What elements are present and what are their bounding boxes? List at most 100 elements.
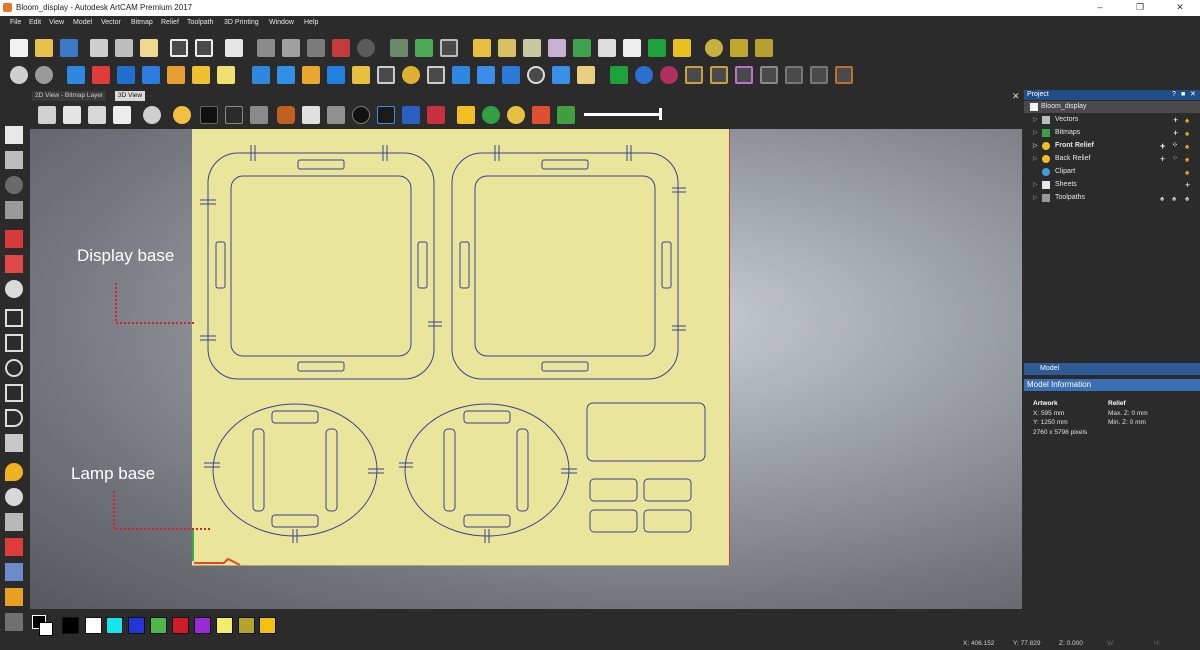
- menu-relief[interactable]: Relief: [161, 19, 179, 26]
- polyline-icon[interactable]: [755, 39, 773, 57]
- tree-item-clipart[interactable]: Clipart ♠: [1024, 166, 1200, 178]
- smudge-icon[interactable]: [5, 563, 23, 581]
- menu-view[interactable]: View: [49, 19, 64, 26]
- menu-help[interactable]: Help: [304, 19, 318, 26]
- relief-eraser-icon[interactable]: [92, 66, 110, 84]
- relief-layers-icon[interactable]: [577, 66, 595, 84]
- import-icon[interactable]: [440, 39, 458, 57]
- maximize-button[interactable]: ❐: [1120, 0, 1160, 16]
- relief-op-7-icon[interactable]: [402, 66, 420, 84]
- light-bulb-icon[interactable]: [173, 106, 191, 124]
- relief-blue-2-icon[interactable]: [117, 66, 135, 84]
- tooth-icon[interactable]: ♠: [1185, 154, 1189, 166]
- project-root[interactable]: Bloom_display: [1024, 101, 1200, 113]
- tree-item-back-relief[interactable]: ▷ Back Relief + ⁘ ♠: [1024, 153, 1200, 165]
- relief-shape-icon[interactable]: [415, 39, 433, 57]
- color-swatch-green[interactable]: [150, 617, 167, 634]
- circle-icon[interactable]: [5, 359, 23, 377]
- folder-star-icon[interactable]: [473, 39, 491, 57]
- rectangle-icon[interactable]: [5, 334, 23, 352]
- cube-front-icon[interactable]: [63, 106, 81, 124]
- color-swatch-white[interactable]: [85, 617, 102, 634]
- tree-item-toolpaths[interactable]: ▷ Toolpaths ♠ ♠ ♠: [1024, 192, 1200, 204]
- tooth-icon[interactable]: ♠: [1160, 193, 1164, 205]
- relief-op-9-icon[interactable]: [452, 66, 470, 84]
- relief-star-icon[interactable]: [217, 66, 235, 84]
- color-swatch-gold[interactable]: [259, 617, 276, 634]
- relief-gold-icon[interactable]: [192, 66, 210, 84]
- close-view-icon[interactable]: ✕: [1012, 91, 1020, 101]
- menu-toolpath[interactable]: Toolpath: [187, 19, 213, 26]
- add-icon[interactable]: +: [1185, 179, 1190, 191]
- expand-icon[interactable]: ▷: [1033, 140, 1038, 152]
- mirror-icon[interactable]: [598, 39, 616, 57]
- select-arrow-icon[interactable]: [5, 126, 23, 144]
- relief-target-icon[interactable]: [835, 66, 853, 84]
- color-brush-icon[interactable]: [5, 588, 23, 606]
- transform-icon[interactable]: [573, 39, 591, 57]
- material-icon[interactable]: [277, 106, 295, 124]
- help-icon[interactable]: ?: [1172, 90, 1176, 100]
- layer-blue-icon[interactable]: [402, 106, 420, 124]
- grid-icon[interactable]: ⁘: [1172, 140, 1178, 152]
- cube-side-icon[interactable]: [88, 106, 106, 124]
- tooth-icon[interactable]: ♠: [1185, 167, 1189, 179]
- copy-icon[interactable]: [115, 39, 133, 57]
- relief-op-5-icon[interactable]: [352, 66, 370, 84]
- expand-icon[interactable]: ▷: [1033, 192, 1038, 204]
- relief-curve-icon[interactable]: [785, 66, 803, 84]
- green-sphere-icon[interactable]: [482, 106, 500, 124]
- polygon-icon[interactable]: [5, 384, 23, 402]
- relief-texture-icon[interactable]: [167, 66, 185, 84]
- secondary-color-swatch[interactable]: [39, 622, 53, 636]
- tooth-icon[interactable]: ♠: [1185, 141, 1189, 153]
- close-panel-icon[interactable]: ✕: [1190, 90, 1196, 100]
- menu-file[interactable]: File: [10, 19, 21, 26]
- relief-op-10-icon[interactable]: [477, 66, 495, 84]
- dots-icon[interactable]: [730, 39, 748, 57]
- vector-view-icon[interactable]: [352, 106, 370, 124]
- weld-icon[interactable]: [673, 39, 691, 57]
- expand-icon[interactable]: ▷: [1033, 179, 1038, 191]
- rotate-icon[interactable]: [5, 176, 23, 194]
- tooth-icon[interactable]: ♠: [1185, 128, 1189, 140]
- plane-icon[interactable]: [327, 106, 345, 124]
- merge-icon[interactable]: [648, 39, 666, 57]
- menu-edit[interactable]: Edit: [29, 19, 41, 26]
- relief-select-icon[interactable]: [735, 66, 753, 84]
- notes-icon[interactable]: [225, 39, 243, 57]
- new-file-icon[interactable]: [10, 39, 28, 57]
- redo-icon[interactable]: [195, 39, 213, 57]
- relief-op-4-icon[interactable]: [327, 66, 345, 84]
- relief-offset-icon[interactable]: [685, 66, 703, 84]
- add-icon[interactable]: +: [1173, 127, 1178, 139]
- relief-op-8-icon[interactable]: [427, 66, 445, 84]
- pipette-icon[interactable]: [5, 613, 23, 631]
- puzzle-icon[interactable]: [250, 106, 268, 124]
- color-swatch-yellow[interactable]: [216, 617, 233, 634]
- polyline-tool-icon[interactable]: [5, 309, 23, 327]
- add-relief-icon[interactable]: [610, 66, 628, 84]
- add-icon[interactable]: +: [1160, 140, 1165, 152]
- color-swatch-red[interactable]: [172, 617, 189, 634]
- model-size-icon[interactable]: [257, 39, 275, 57]
- arrow-select-icon[interactable]: [498, 39, 516, 57]
- star-view-icon[interactable]: [377, 106, 395, 124]
- menu-3d-printing[interactable]: 3D Printing: [224, 19, 259, 26]
- fill-icon[interactable]: [5, 280, 23, 298]
- relief-blue-3-icon[interactable]: [142, 66, 160, 84]
- color-swatch-blue[interactable]: [128, 617, 145, 634]
- expand-icon[interactable]: ▷: [1033, 114, 1038, 126]
- menu-bitmap[interactable]: Bitmap: [131, 19, 153, 26]
- nodes-icon[interactable]: [705, 39, 723, 57]
- tree-item-sheets[interactable]: ▷ Sheets +: [1024, 179, 1200, 191]
- expand-icon[interactable]: ▷: [1033, 127, 1038, 139]
- grid-transform-icon[interactable]: [5, 201, 23, 219]
- cube-top-icon[interactable]: [113, 106, 131, 124]
- split-view-icon[interactable]: [282, 39, 300, 57]
- relief-ring-icon[interactable]: [660, 66, 678, 84]
- tooth-icon[interactable]: ♠: [1185, 193, 1189, 205]
- tree-item-vectors[interactable]: ▷ Vectors + ♠: [1024, 114, 1200, 126]
- menu-vector[interactable]: Vector: [101, 19, 121, 26]
- tooth-icon[interactable]: ♠: [1185, 115, 1189, 127]
